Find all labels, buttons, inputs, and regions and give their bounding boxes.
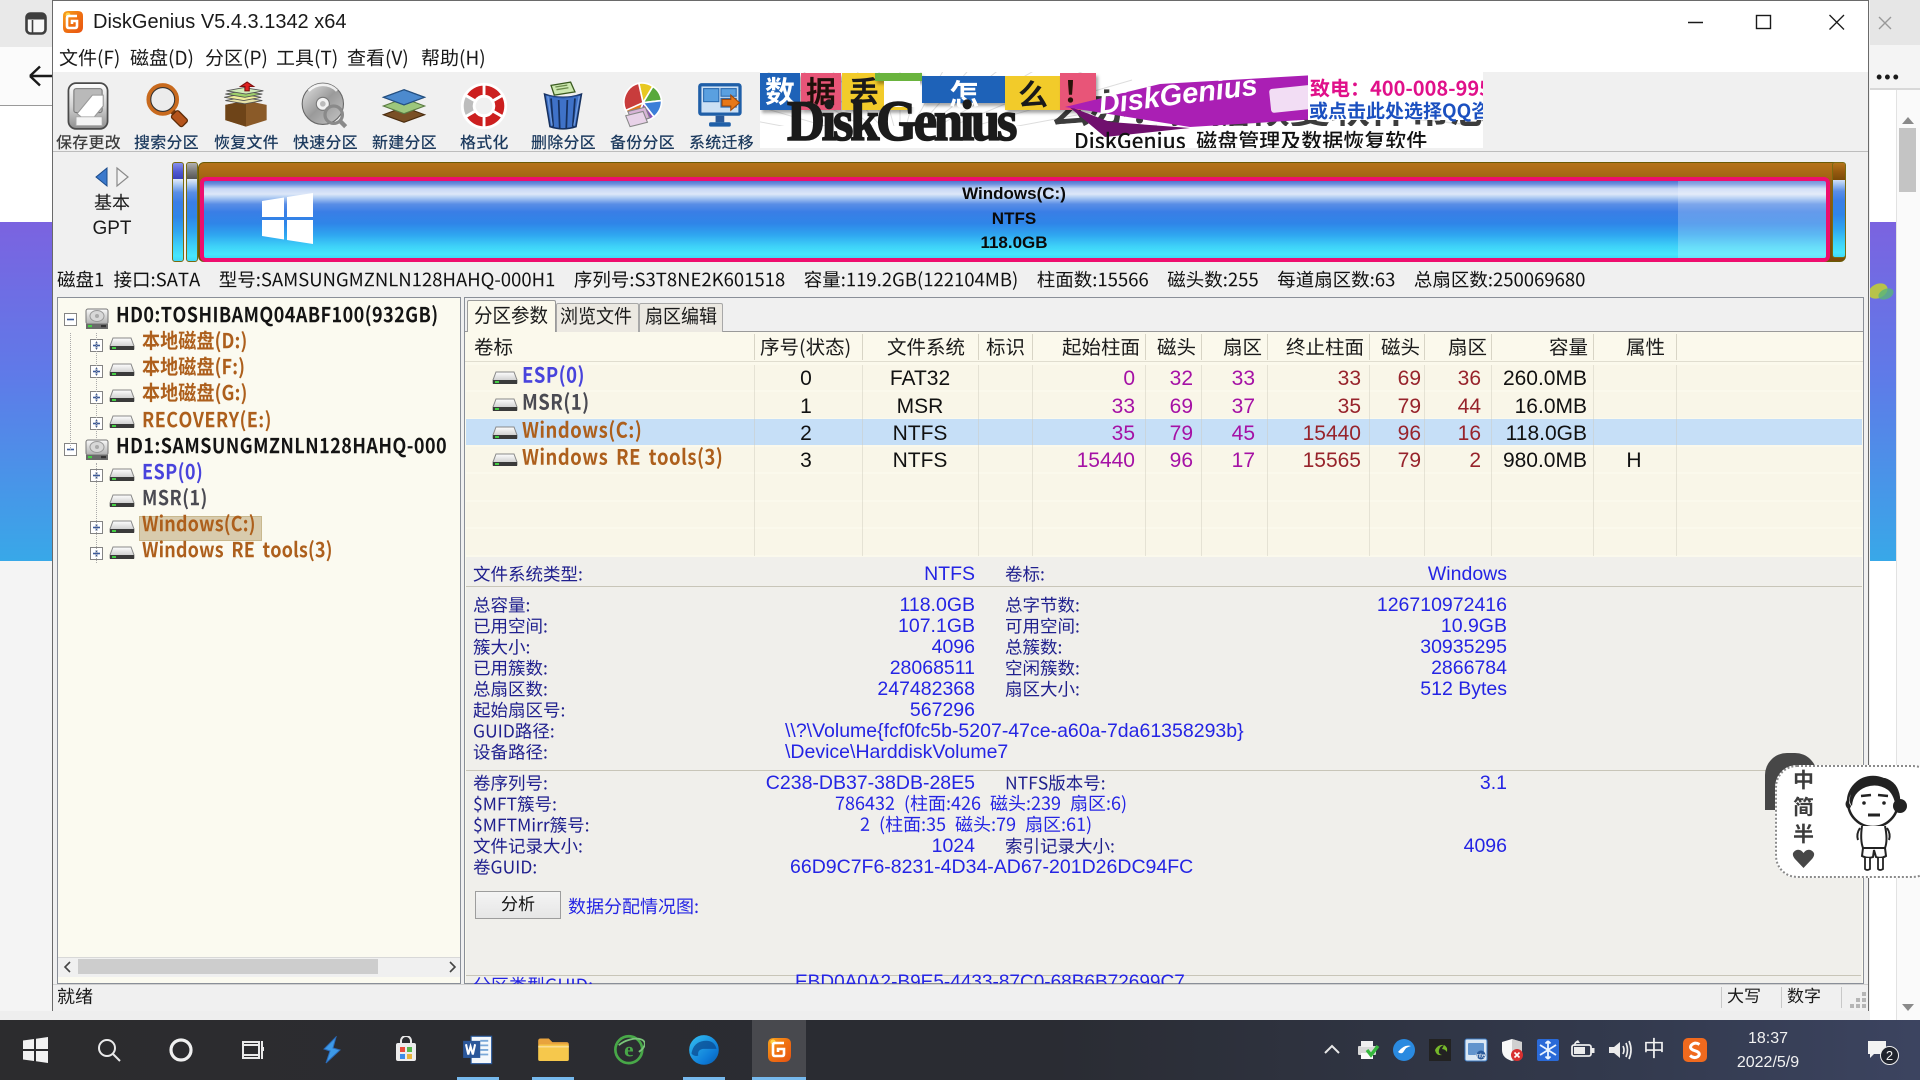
svg-text:e: e (624, 1037, 633, 1061)
svg-text:intel: intel (1475, 1054, 1486, 1060)
